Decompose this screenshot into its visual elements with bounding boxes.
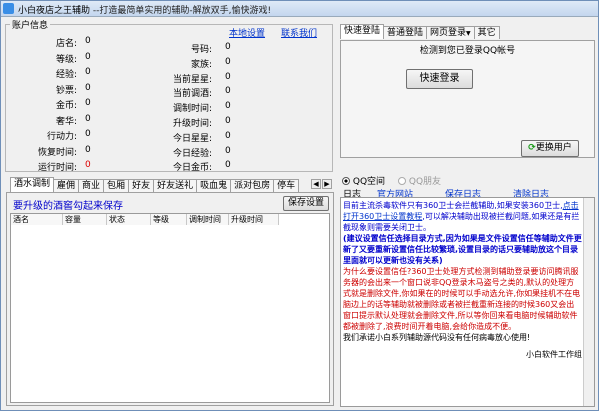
save-settings-button[interactable]: 保存设置: [283, 196, 329, 211]
radio-qzone[interactable]: QQ空间: [342, 174, 385, 187]
log-scrollbar[interactable]: [583, 198, 594, 406]
account-info-label: 账户信息: [10, 18, 51, 31]
radio-qzone-dot: [342, 177, 350, 185]
column-header[interactable]: 酒名: [11, 214, 63, 225]
log-textbox[interactable]: 目前主流杀毒软件只有360卫士会拦截辅助,如果安装360卫士,点击打开360卫士…: [340, 197, 595, 407]
left-field-label: 行动力:: [46, 132, 77, 142]
feature-tab[interactable]: 停车: [273, 179, 300, 192]
right-field-label: 今日经验:: [172, 148, 212, 159]
left-field-label: 运行时间:: [37, 163, 77, 173]
column-header[interactable]: 等级: [151, 214, 187, 225]
right-field-value: 0: [225, 42, 231, 52]
tab-quick-login[interactable]: 快速登陆: [340, 24, 385, 39]
left-field-label: 奢华:: [55, 116, 77, 127]
feature-tab[interactable]: 吸血鬼: [196, 179, 232, 192]
tab-scroll-right-icon[interactable]: ▶: [322, 179, 332, 189]
feature-tab[interactable]: 包厢: [103, 179, 130, 192]
left-field-value: 0: [85, 160, 91, 170]
drinks-table[interactable]: 酒名 容量 状态 等级 调制时间 升级时间: [10, 213, 330, 403]
login-panel: 检测到您已登录QQ帐号 快速登录 ⟳更换用户: [340, 40, 595, 158]
right-field-value: 0: [225, 160, 231, 171]
window-subtitle: --打造最简单实用的辅助-解放双手,愉快游戏!: [92, 6, 272, 16]
log-line-red: 为什么要设置信任?360卫士处理方式检测到辅助登录要访问腾讯服务器的会出来一个窗…: [343, 267, 581, 331]
drinks-hint: 要升级的酒窖勾起来保存: [13, 201, 123, 212]
radio-friends-label: QQ朋友: [408, 177, 442, 187]
right-field-label: 今日星星:: [172, 133, 212, 144]
right-field-label: 号码:: [190, 45, 212, 55]
column-header[interactable]: 状态: [107, 214, 151, 225]
column-header[interactable]: 调制时间: [187, 214, 229, 225]
dropdown-arrow-icon: ▼: [466, 30, 471, 37]
radio-friends[interactable]: QQ朋友: [398, 174, 441, 187]
feature-tab[interactable]: 商业: [78, 179, 105, 192]
left-field-value: 0: [85, 51, 91, 62]
radio-friends-dot: [398, 177, 406, 185]
column-header[interactable]: 容量: [63, 214, 107, 225]
login-status-text: 检测到您已登录QQ帐号: [419, 46, 516, 56]
quick-login-button[interactable]: 快速登录: [406, 69, 473, 89]
log-line-black: 我们承诺小白系列辅助源代码没有任何病毒放心使用!: [343, 333, 531, 342]
drinks-panel: 要升级的酒窖勾起来保存 保存设置 酒名 容量 状态 等级 调制时间 升级时间: [6, 192, 334, 406]
right-field-value: 0: [225, 56, 231, 67]
left-field-label: 金币:: [55, 101, 77, 111]
switch-user-label: 更换用户: [535, 143, 572, 153]
tab-web-login[interactable]: 网页登录▼: [426, 26, 475, 39]
title-bar[interactable]: 小白夜店之王辅助 --打造最简单实用的辅助-解放双手,愉快游戏!: [1, 1, 598, 17]
right-field-value: 0: [225, 71, 231, 82]
right-field-value: 0: [225, 101, 231, 112]
refresh-icon: ⟳: [528, 143, 536, 153]
left-field-value: 0: [85, 36, 91, 46]
log-line-blue-1: 目前主流杀毒软件只有360卫士会拦截辅助,如果安装360卫士,: [343, 201, 563, 210]
left-field-label: 恢复时间:: [37, 147, 77, 158]
right-field-value: 0: [225, 145, 231, 156]
left-field-value: 0: [85, 67, 91, 77]
left-field-label: 经验:: [55, 70, 77, 80]
tab-normal-login[interactable]: 普通登陆: [383, 26, 428, 39]
login-tabs: 快速登陆 普通登陆 网页登录▼ 其它: [340, 24, 500, 41]
contact-us-link[interactable]: 联系我们: [281, 26, 317, 39]
feature-tab[interactable]: 好友: [128, 179, 155, 192]
main-window: 小白夜店之王辅助 --打造最简单实用的辅助-解放双手,愉快游戏! 账户信息 本地…: [0, 0, 599, 411]
left-field-value: 0: [85, 82, 91, 93]
right-field-value: 0: [225, 116, 231, 126]
log-line-bold: (建议设置信任选择目录方式,因为如果是文件设置信任等辅助文件更新了又要重新设置信…: [343, 234, 582, 265]
column-header[interactable]: 升级时间: [229, 214, 279, 225]
feature-tab[interactable]: 酒水调制: [10, 177, 55, 192]
feature-tab[interactable]: 派对包房: [230, 179, 275, 192]
right-field-label: 今日金币:: [172, 163, 212, 174]
tab-web-login-label: 网页登录: [430, 28, 467, 38]
radio-qzone-label: QQ空间: [352, 177, 386, 187]
local-settings-link[interactable]: 本地设置: [229, 26, 265, 39]
left-field-label: 钞票:: [55, 85, 77, 96]
left-field-label: 店名:: [55, 39, 77, 49]
right-field-label: 升级时间:: [172, 119, 212, 129]
right-field-value: 0: [225, 130, 231, 141]
app-icon: [3, 3, 14, 14]
tab-other[interactable]: 其它: [473, 26, 500, 39]
feature-tab[interactable]: 雇佣: [53, 179, 80, 192]
switch-user-button[interactable]: ⟳更换用户: [521, 140, 579, 157]
right-field-label: 调制时间:: [172, 104, 212, 115]
left-field-value: 0: [85, 129, 91, 139]
right-field-value: 0: [225, 86, 231, 97]
right-field-label: 当前调酒:: [172, 89, 212, 100]
tab-scroll-left-icon[interactable]: ◀: [311, 179, 321, 189]
window-title: 小白夜店之王辅助: [18, 6, 91, 16]
left-field-value: 0: [85, 144, 91, 155]
right-field-label: 当前星星:: [172, 74, 212, 85]
left-field-value: 0: [85, 113, 91, 124]
left-field-label: 等级:: [55, 54, 77, 65]
left-field-value: 0: [85, 98, 91, 108]
feature-tab[interactable]: 好友送礼: [153, 179, 198, 192]
right-field-label: 家族:: [190, 59, 212, 70]
log-signature: 小白软件工作组: [526, 350, 582, 359]
